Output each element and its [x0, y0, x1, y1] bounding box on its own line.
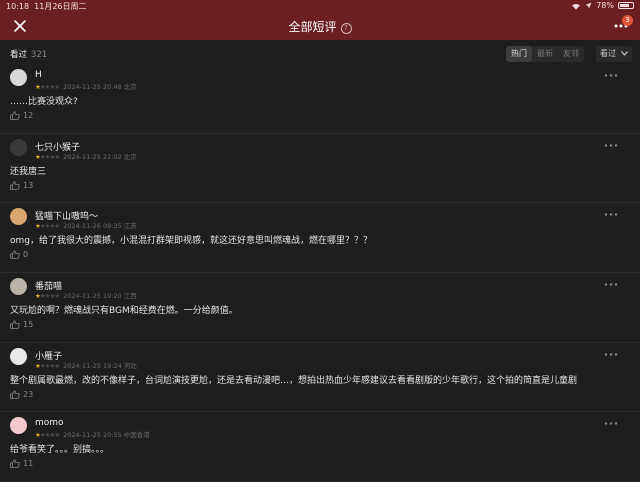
- comment-item: 猛喵下山嗷呜～ ★★★★★ 2024-11-26 09:35 江苏 omg，给了我…: [0, 203, 640, 274]
- tab-hot[interactable]: 热门: [506, 46, 532, 62]
- more-icon[interactable]: [604, 353, 618, 356]
- star-icon: ★: [54, 292, 60, 301]
- comment-item: 番茄喵 ★★★★★ 2024-11-25 19:20 江西 又玩尬的啊？燃魂战只有…: [0, 273, 640, 343]
- rating-and-time: ★★★★★ 2024-11-25 19:20 江西: [35, 292, 137, 301]
- rating-and-time: ★★★★★ 2024-11-25 21:02 北京: [35, 152, 137, 161]
- battery-percent: 78%: [596, 1, 614, 10]
- seen-count: 看过 321: [10, 50, 48, 60]
- avatar[interactable]: [10, 417, 27, 435]
- comment-text: omg，给了我很大的震撼，小混混打群架即视感，就这还好意思叫燃魂战，燃在哪里？？…: [10, 236, 372, 247]
- rating-and-time: ★★★★★ 2024-11-26 09:35 江苏: [35, 222, 137, 231]
- comment-list: H ★★★★★ 2024-11-25 20:48 北京 ……比赛没观众? 12 七…: [0, 64, 640, 482]
- rating-stars: ★★★★★: [35, 361, 60, 370]
- star-icon: ★: [54, 361, 60, 370]
- more-icon[interactable]: [604, 422, 618, 426]
- star-icon: ★: [54, 152, 60, 161]
- avatar[interactable]: [10, 69, 27, 86]
- like-count: 12: [23, 111, 34, 120]
- status-time-date: 10:18 11月26日周二: [6, 2, 87, 11]
- like-count: 11: [23, 459, 34, 469]
- comment-item: 七只小猴子 ★★★★★ 2024-11-25 21:02 北京 还我唐三 13: [0, 134, 640, 204]
- thumbs-up-icon: [10, 250, 20, 260]
- thumbs-up-icon: [10, 320, 20, 329]
- watched-filter-dropdown[interactable]: 看过: [596, 46, 632, 62]
- thumbs-up-icon: [10, 459, 20, 469]
- location-icon: [585, 2, 592, 9]
- more-icon[interactable]: [604, 74, 618, 77]
- rating-stars: ★★★★★: [35, 431, 60, 440]
- username[interactable]: H: [35, 70, 42, 80]
- comment-text: 又玩尬的啊？燃魂战只有BGM和经费在燃。一分给颜值。: [10, 306, 238, 317]
- like-button[interactable]: 23: [10, 390, 33, 399]
- more-icon[interactable]: [604, 213, 618, 217]
- username[interactable]: momo: [35, 418, 64, 428]
- battery-icon: [618, 2, 634, 9]
- like-button[interactable]: 13: [10, 181, 33, 190]
- sort-tabs: 热门 最新 友邻: [506, 46, 584, 62]
- like-count: 13: [23, 180, 34, 190]
- help-icon[interactable]: ?: [340, 23, 352, 34]
- more-icon[interactable]: [604, 143, 618, 147]
- comment-item: 小雁子 ★★★★★ 2024-11-25 19:24 河北 整个剧属歌最燃，改的不…: [0, 343, 640, 413]
- nav-header: 全部短评? 3: [0, 12, 640, 40]
- comment-text: 整个剧属歌最燃，改的不像样子，台词尬演技更尬，还是去看动漫吧…，想拍出热血少年感…: [10, 375, 578, 386]
- comment-item: H ★★★★★ 2024-11-25 20:48 北京 ……比赛没观众? 12: [0, 64, 640, 134]
- rating-stars: ★★★★★: [35, 222, 60, 231]
- rating-stars: ★★★★★: [35, 83, 60, 91]
- comment-text: 给爷看笑了。。。别搞。。。: [10, 445, 110, 456]
- thumbs-up-icon: [10, 181, 20, 190]
- rating-and-time: ★★★★★ 2024-11-25 20:48 北京: [35, 83, 137, 91]
- wifi-icon: [572, 3, 581, 9]
- like-button[interactable]: 0: [10, 250, 28, 259]
- avatar[interactable]: [10, 347, 27, 365]
- like-button[interactable]: 12: [10, 111, 33, 120]
- like-count: 15: [23, 320, 34, 330]
- thumbs-up-icon: [10, 111, 20, 120]
- like-button[interactable]: 11: [10, 459, 33, 468]
- page-title: 全部短评?: [0, 18, 640, 35]
- avatar[interactable]: [10, 138, 27, 156]
- tab-friends[interactable]: 友邻: [558, 46, 584, 62]
- comment-text: 还我唐三: [10, 166, 47, 177]
- rating-and-time: ★★★★★ 2024-11-25 20:55 中国香港: [35, 431, 150, 440]
- tab-latest[interactable]: 最新: [532, 46, 558, 62]
- more-icon[interactable]: [604, 283, 618, 286]
- rating-and-time: ★★★★★ 2024-11-25 19:24 河北: [35, 361, 137, 370]
- avatar[interactable]: [10, 278, 27, 296]
- notification-badge: 3: [622, 15, 633, 26]
- thumbs-up-icon: [10, 390, 20, 399]
- rating-stars: ★★★★★: [35, 152, 60, 161]
- comment-text: ……比赛没观众?: [10, 97, 78, 107]
- star-icon: ★: [54, 431, 60, 440]
- star-icon: ★: [54, 83, 60, 91]
- like-count: 23: [23, 389, 34, 399]
- like-button[interactable]: 15: [10, 320, 33, 329]
- comment-item: momo ★★★★★ 2024-11-25 20:55 中国香港 给爷看笑了。。。…: [0, 412, 640, 482]
- chevron-down-icon: [621, 51, 628, 56]
- status-bar: 10:18 11月26日周二 78%: [0, 0, 640, 12]
- filter-toolbar: 看过 321 热门 最新 友邻 看过: [0, 44, 640, 64]
- rating-stars: ★★★★★: [35, 292, 60, 301]
- avatar[interactable]: [10, 208, 27, 226]
- star-icon: ★: [54, 222, 60, 231]
- like-count: 0: [23, 250, 29, 260]
